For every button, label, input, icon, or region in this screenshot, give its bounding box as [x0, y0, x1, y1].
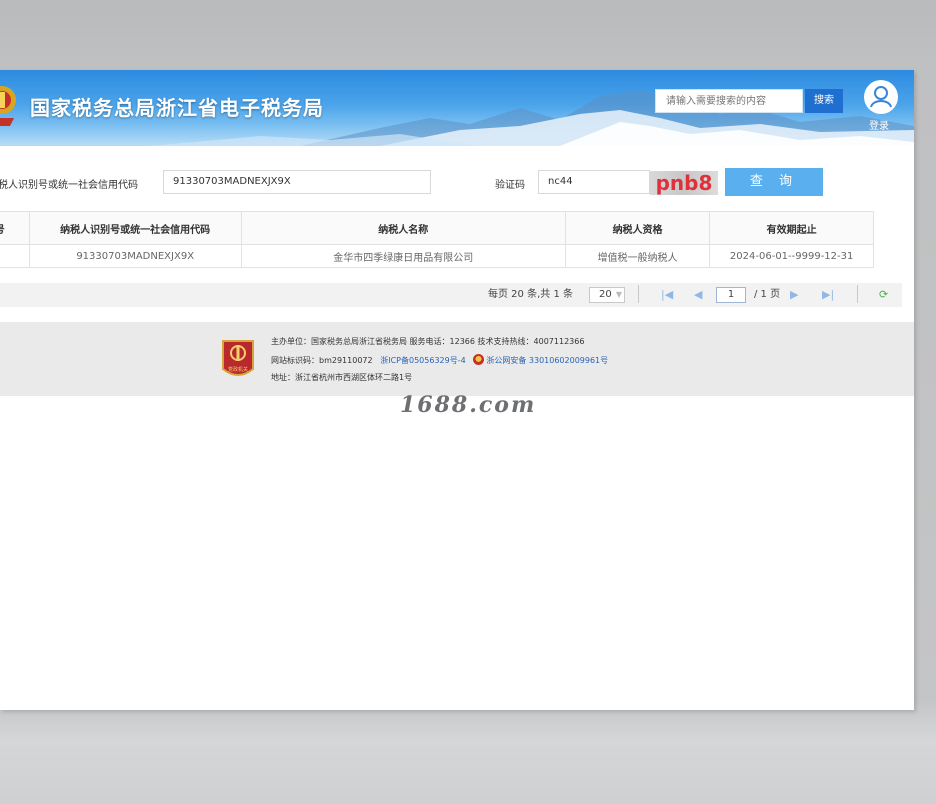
watermark-text: 1688.com	[400, 392, 537, 418]
cell-validity: 2024-06-01--9999-12-31	[709, 244, 874, 268]
query-button[interactable]: 查 询	[725, 168, 823, 196]
taxpayer-id-input[interactable]: 91330703MADNEXJX9X	[163, 170, 431, 194]
badge-text: 党政机关	[228, 366, 248, 373]
pagination-bar: 每页 20 条,共 1 条 20 ▼ |◀ ◀ 1 / 1 页 ▶ ▶| ⟳	[0, 283, 902, 307]
column-header-validity: 有效期起止	[709, 211, 874, 245]
footer-sponsor-line: 主办单位：国家税务总局浙江省税务局 服务电话：12366 技术支持热线：4007…	[271, 337, 585, 346]
current-page-input[interactable]: 1	[716, 287, 746, 303]
page-size-select[interactable]: 20 ▼	[589, 287, 625, 303]
column-header-qualification: 纳税人资格	[564, 211, 711, 245]
party-government-badge-icon[interactable]: 党政机关	[221, 339, 255, 381]
tax-emblem-icon	[0, 86, 16, 126]
footer-record-line: 网站标识码：bm29110072 浙ICP备05056329号-4 浙公网安备 …	[271, 354, 608, 366]
captcha-image[interactable]: pnb8	[650, 171, 718, 195]
site-header-banner: 国家税务总局浙江省电子税务局 搜索 登录	[0, 70, 914, 146]
cell-index: 1	[0, 244, 30, 268]
page-size-value: 20	[599, 289, 612, 300]
table-header-row: 序号 纳税人识别号或统一社会信用代码 纳税人名称 纳税人资格 有效期起止	[0, 211, 874, 245]
prev-page-icon[interactable]: ◀	[694, 283, 702, 307]
captcha-input[interactable]: nc44	[538, 170, 650, 194]
police-badge-icon	[473, 354, 485, 365]
captcha-label: 验证码	[495, 180, 525, 191]
results-table: 序号 纳税人识别号或统一社会信用代码 纳税人名称 纳税人资格 有效期起止 1 9…	[0, 211, 874, 268]
chevron-down-icon: ▼	[615, 290, 622, 299]
user-icon[interactable]	[863, 79, 899, 115]
search-input[interactable]	[655, 89, 803, 113]
cell-taxpayer-id: 91330703MADNEXJX9X	[28, 244, 242, 268]
icp-link[interactable]: 浙ICP备05056329号-4	[380, 356, 465, 365]
column-header-index: 序号	[0, 211, 30, 245]
login-link[interactable]: 登录	[869, 117, 889, 132]
pager-divider	[638, 285, 639, 303]
pager-divider	[857, 285, 858, 303]
refresh-icon[interactable]: ⟳	[879, 283, 888, 307]
taxpayer-id-label: 纳税人识别号或统一社会信用代码	[0, 180, 138, 191]
browser-page: 国家税务总局浙江省电子税务局 搜索 登录 纳税人识别号或统一社会信用代码 913…	[0, 70, 914, 710]
footer-address: 地址：浙江省杭州市西湖区体环二路1号	[271, 373, 413, 382]
cell-qualification: 增值税一般纳税人	[564, 244, 711, 268]
first-page-icon[interactable]: |◀	[661, 283, 673, 307]
site-title: 国家税务总局浙江省电子税务局	[30, 96, 324, 120]
cell-taxpayer-name: 金华市四季绿康日用品有限公司	[240, 244, 566, 268]
site-code: 网站标识码：bm29110072	[271, 356, 373, 365]
last-page-icon[interactable]: ▶|	[822, 283, 834, 307]
page-summary: 每页 20 条,共 1 条	[488, 289, 573, 300]
total-pages: / 1 页	[754, 289, 781, 300]
table-row: 1 91330703MADNEXJX9X 金华市四季绿康日用品有限公司 增值税一…	[0, 244, 874, 268]
column-header-taxpayer-id: 纳税人识别号或统一社会信用代码	[28, 211, 242, 245]
search-button[interactable]: 搜索	[805, 89, 843, 113]
site-footer: 党政机关 主办单位：国家税务总局浙江省税务局 服务电话：12366 技术支持热线…	[0, 322, 914, 396]
next-page-icon[interactable]: ▶	[790, 283, 798, 307]
column-header-taxpayer-name: 纳税人名称	[240, 211, 566, 245]
police-record-link[interactable]: 浙公网安备 33010602009961号	[486, 356, 608, 365]
